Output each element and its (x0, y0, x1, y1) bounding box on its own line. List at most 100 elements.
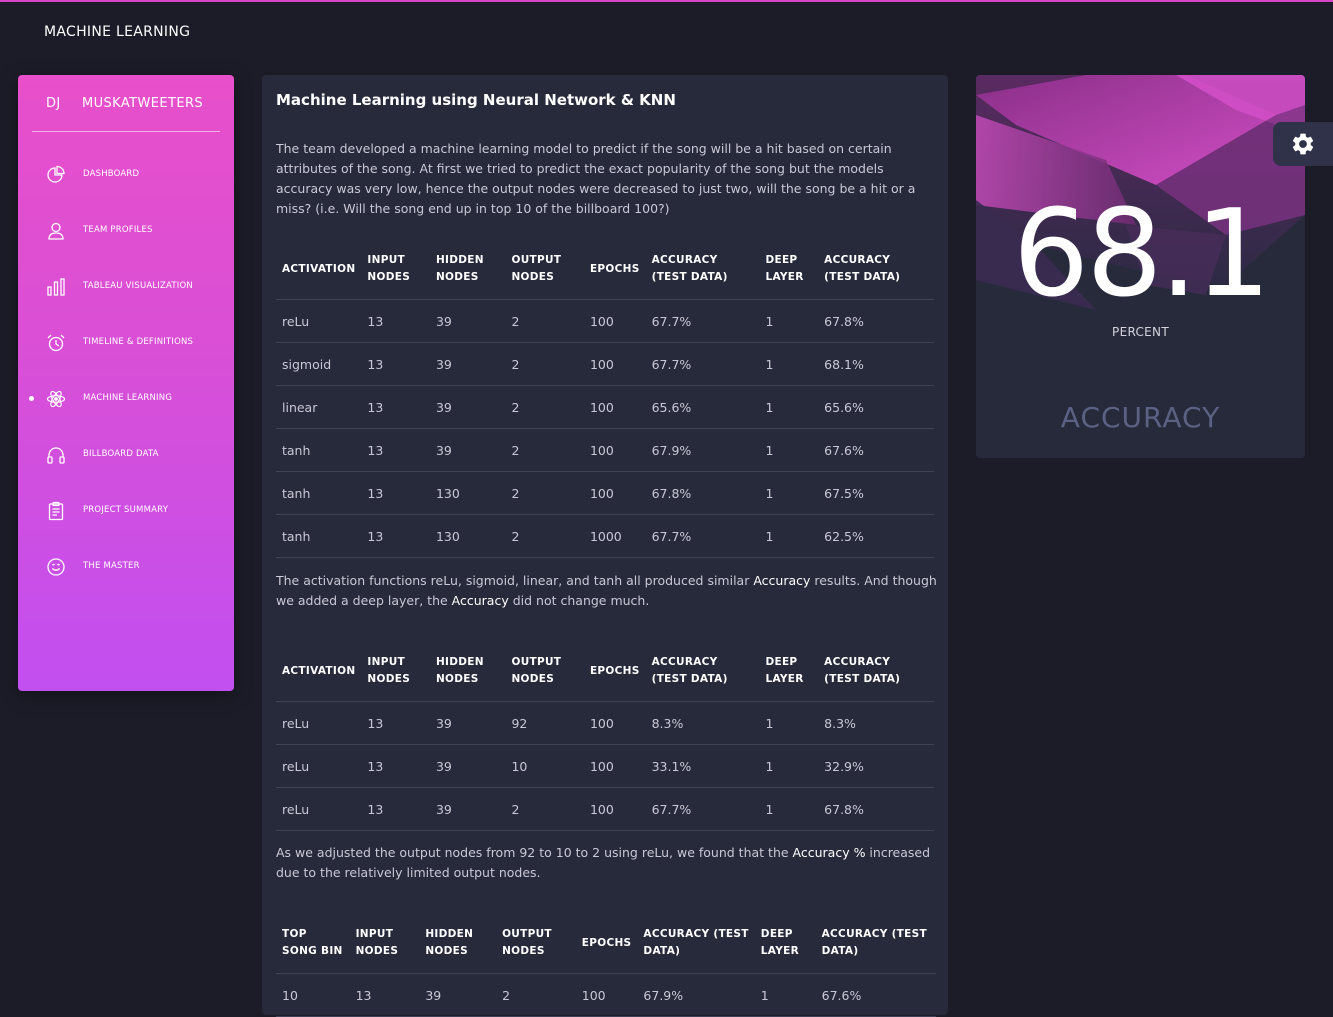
sidebar: DJ MUSKATWEETERS DASHBOARD TEAM PROFILES … (18, 75, 234, 691)
table-cell: 100 (575, 973, 638, 1017)
table-cell: 39 (419, 973, 497, 1017)
sidebar-item-billboard-data[interactable]: BILLBOARD DATA (18, 435, 234, 475)
settings-button[interactable] (1273, 122, 1333, 166)
bar-chart-icon (46, 277, 66, 297)
column-header: DEEP LAYER (754, 913, 816, 974)
sidebar-item-tableau-visualization[interactable]: TABLEAU VISUALIZATION (18, 267, 234, 307)
sidebar-item-label: DASHBOARD (83, 169, 140, 179)
table-cell: 10 (505, 744, 584, 788)
emphasis-text: Accuracy % (792, 845, 866, 860)
table-cell: 100 (583, 299, 646, 343)
table-cell: 13 (361, 701, 430, 745)
table-cell: reLu (276, 787, 362, 831)
column-header: INPUT NODES (361, 239, 430, 300)
smile-icon (46, 557, 66, 577)
table-cell: 100 (583, 471, 646, 515)
sidebar-item-label: MACHINE LEARNING (83, 393, 173, 403)
table-cell: 13 (361, 471, 430, 515)
headphones-icon (46, 445, 66, 465)
table-cell: 2 (505, 428, 584, 472)
table-row: reLu 13 39 2 100 67.7% 1 67.8% (276, 299, 934, 343)
table-cell: 1 (759, 471, 819, 515)
table-cell: 67.8% (818, 787, 934, 831)
sidebar-item-the-master[interactable]: THE MASTER (18, 547, 234, 587)
atom-icon (46, 389, 66, 409)
sidebar-brand-name: MUSKATWEETERS (82, 96, 204, 111)
column-header: ACTIVATION (276, 641, 362, 702)
sidebar-item-team-profiles[interactable]: TEAM PROFILES (18, 211, 234, 251)
table-cell: 2 (505, 385, 584, 429)
table-cell: 92 (505, 701, 584, 745)
sidebar-item-dashboard[interactable]: DASHBOARD (18, 155, 234, 195)
column-header: HIDDEN NODES (429, 239, 506, 300)
column-header: ACCURACY (TEST DATA) (815, 913, 936, 974)
table-cell: tanh (276, 428, 362, 472)
sidebar-item-project-summary[interactable]: PROJECT SUMMARY (18, 491, 234, 531)
page-title: Machine Learning using Neural Network & … (276, 91, 676, 109)
sidebar-logo-abbr: DJ (46, 96, 61, 111)
table-cell: 1 (754, 973, 816, 1017)
column-header: EPOCHS (583, 239, 646, 300)
table-cell: reLu (276, 701, 362, 745)
table-cell: 100 (583, 787, 646, 831)
table-cell: 100 (583, 385, 646, 429)
sidebar-header[interactable]: DJ MUSKATWEETERS (46, 96, 203, 111)
sidebar-item-label: TABLEAU VISUALIZATION (83, 281, 193, 291)
table-cell: 13 (349, 973, 420, 1017)
sidebar-item-timeline-definitions[interactable]: TIMELINE & DEFINITIONS (18, 323, 234, 363)
table-row: reLu 13 39 10 100 33.1% 1 32.9% (276, 744, 934, 788)
table-cell: 1 (759, 342, 819, 386)
table-cell: 67.7% (645, 342, 760, 386)
table-cell: 67.6% (818, 428, 934, 472)
table-cell: 13 (361, 342, 430, 386)
sidebar-item-machine-learning[interactable]: MACHINE LEARNING (18, 379, 234, 419)
table-cell: 1 (759, 385, 819, 429)
table-cell: 39 (429, 744, 506, 788)
table-cell: 32.9% (818, 744, 934, 788)
table-cell: 67.6% (815, 973, 936, 1017)
clipboard-icon (46, 501, 66, 521)
table-cell: 67.9% (645, 428, 760, 472)
results-table-activation: ACTIVATION INPUT NODES HIDDEN NODES OUTP… (276, 239, 934, 558)
table-cell: 130 (429, 514, 506, 558)
table-cell: 13 (361, 385, 430, 429)
column-header: ACTIVATION (276, 239, 362, 300)
emphasis-text: Accuracy (451, 593, 509, 608)
table-cell: 39 (429, 299, 506, 343)
table-cell: 13 (361, 744, 430, 788)
table-header-row: TOP SONG BIN INPUT NODES HIDDEN NODES OU… (276, 913, 936, 974)
table-cell: 67.9% (637, 973, 755, 1017)
table-cell: 2 (505, 514, 584, 558)
column-header: ACCURACY (TEST DATA) (645, 641, 760, 702)
column-header: OUTPUT NODES (505, 239, 584, 300)
accuracy-card: 68.1 PERCENT ACCURACY (976, 75, 1305, 458)
table-cell: 2 (505, 787, 584, 831)
table-cell: 67.7% (645, 787, 760, 831)
top-accent-line (0, 0, 1333, 2)
table-cell: 1000 (583, 514, 646, 558)
intro-paragraph: The team developed a machine learning mo… (276, 141, 916, 216)
accuracy-value: 68.1 (1012, 185, 1271, 324)
table-cell: 1 (759, 701, 819, 745)
table-cell: 1 (759, 428, 819, 472)
accuracy-unit: PERCENT (1112, 325, 1169, 339)
table-cell: 100 (583, 701, 646, 745)
table-cell: 13 (361, 299, 430, 343)
table-cell: 1 (759, 299, 819, 343)
table-cell: 67.8% (818, 299, 934, 343)
table-cell: 2 (505, 299, 584, 343)
table-cell: 67.8% (645, 471, 760, 515)
table-row: reLu 13 39 2 100 67.7% 1 67.8% (276, 787, 934, 831)
table-cell: tanh (276, 471, 362, 515)
table-cell: 10 (276, 973, 350, 1017)
table-cell: 8.3% (645, 701, 760, 745)
emphasis-text: Accuracy (753, 573, 811, 588)
app-title: MACHINE LEARNING (44, 24, 191, 40)
paragraph-text: As we adjusted the output nodes from 92 … (276, 845, 793, 860)
table-cell: 100 (583, 744, 646, 788)
table-cell: 1 (759, 514, 819, 558)
table-cell: 1 (759, 787, 819, 831)
table-cell: reLu (276, 299, 362, 343)
table-row: tanh 13 130 2 100 67.8% 1 67.5% (276, 471, 934, 515)
user-icon (46, 221, 66, 241)
